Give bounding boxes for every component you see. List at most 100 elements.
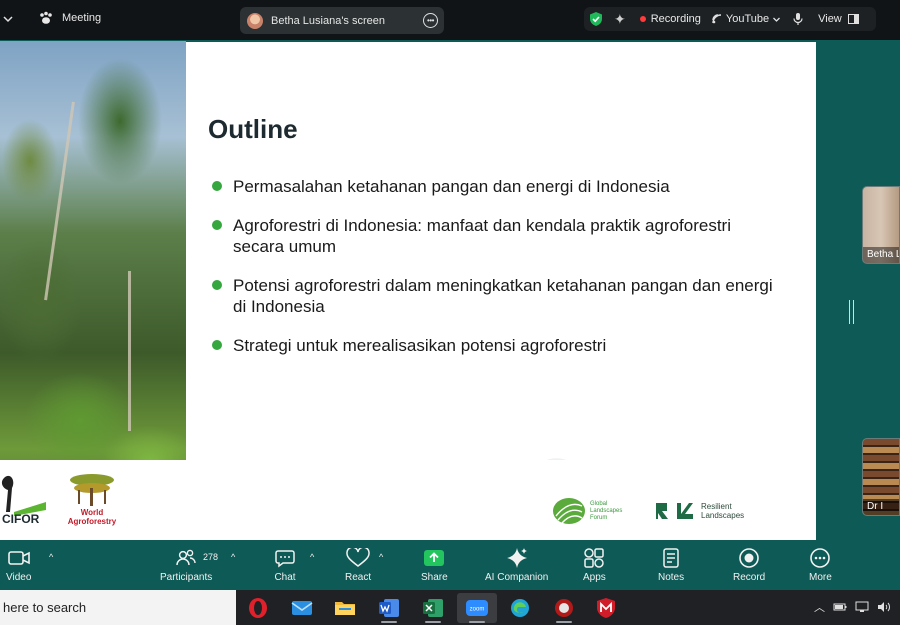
react-button[interactable]: React: [345, 546, 371, 583]
taskbar-search-input[interactable]: here to search: [0, 590, 236, 625]
view-label: View: [818, 13, 842, 25]
word-icon[interactable]: [369, 593, 409, 623]
ai-companion-button[interactable]: AI Companion: [485, 546, 548, 583]
record-button[interactable]: Record: [733, 546, 765, 583]
glf-logo-text: Global Landscapes Forum: [590, 501, 622, 522]
glf-line2: Landscapes: [590, 507, 623, 514]
apps-button[interactable]: Apps: [583, 546, 606, 583]
chevron-up-icon[interactable]: ^: [49, 552, 53, 562]
world-agroforestry-logo-icon: [70, 474, 114, 506]
mcafee-icon[interactable]: [586, 593, 626, 623]
paw-icon: [40, 11, 52, 24]
sparkle-icon: [506, 546, 528, 570]
chevron-down-icon: [773, 17, 781, 22]
heart-icon: [346, 546, 370, 570]
outline-item: Agroforestri di Indonesia: manfaat dan k…: [212, 215, 782, 257]
outline-item-text: Potensi agroforestri dalam meningkatkan …: [233, 276, 773, 316]
notes-button[interactable]: Notes: [658, 546, 684, 583]
wa-line1: World: [80, 508, 104, 517]
glf-leaf-icon: [553, 498, 585, 524]
battery-icon[interactable]: [833, 602, 847, 612]
zoom-app-icon[interactable]: zoom: [457, 593, 497, 623]
outline-item: Permasalahan ketahanan pangan dan energi…: [212, 176, 782, 197]
running-indicator: [425, 621, 441, 623]
system-tray: ︿: [814, 599, 891, 615]
tree-trunk: [128, 271, 131, 431]
participant-count-badge: 278: [203, 552, 219, 562]
view-button[interactable]: View: [818, 13, 859, 25]
outline-item-text: Strategi untuk merealisasikan potensi ag…: [233, 336, 607, 355]
rl-logo-text: Resilient Landscapes: [701, 502, 744, 520]
network-icon[interactable]: [855, 601, 869, 613]
notes-icon: [661, 546, 681, 570]
chevron-up-icon[interactable]: ^: [379, 552, 383, 562]
bullet-icon: [212, 220, 222, 230]
participant-name-label: Dr I: [863, 499, 899, 515]
video-label: Video: [6, 572, 32, 583]
bullet-icon: [212, 340, 222, 350]
edge-browser-icon[interactable]: [500, 593, 540, 623]
more-label: More: [809, 572, 832, 583]
apps-label: Apps: [583, 572, 606, 583]
slide-footer: CIFOR World Agroforestry Global Landscap…: [0, 460, 816, 540]
more-options-icon[interactable]: •••: [423, 13, 438, 28]
participant-name-label: Betha L: [863, 247, 899, 263]
video-button[interactable]: Video: [6, 546, 31, 583]
grid-view-icon: [847, 14, 859, 24]
outline-list: Permasalahan ketahanan pangan dan energi…: [212, 176, 782, 374]
rl-monogram-icon: [656, 503, 693, 519]
share-screen-icon: [422, 546, 446, 570]
chevron-up-icon[interactable]: ^: [231, 552, 235, 562]
file-explorer-icon[interactable]: [325, 593, 365, 623]
recording-label[interactable]: Recording: [651, 13, 701, 25]
record-label: Record: [733, 572, 766, 583]
broadcast-icon: [712, 14, 721, 24]
react-label: React: [345, 572, 372, 583]
rl-line2: Landscapes: [701, 511, 745, 520]
more-horizontal-icon: [809, 546, 831, 570]
chat-button[interactable]: Chat: [274, 546, 296, 583]
mail-icon[interactable]: [282, 593, 322, 623]
share-button[interactable]: Share: [421, 546, 448, 583]
meeting-info-button[interactable]: Meeting: [38, 11, 101, 25]
chevron-up-icon[interactable]: ^: [310, 552, 314, 562]
livestream-youtube-button[interactable]: YouTube: [711, 13, 781, 25]
opera-browser-icon[interactable]: [238, 593, 278, 623]
glf-line1: Global: [590, 500, 608, 507]
slide-title: Outline: [208, 114, 298, 144]
zoom-icon-text: zoom: [470, 607, 485, 613]
chevron-up-icon[interactable]: ︿: [814, 599, 825, 615]
chat-label: Chat: [274, 572, 296, 583]
panel-resize-handle[interactable]: [849, 300, 854, 324]
meeting-top-bar: Meeting Betha Lusiana's screen ••• ✦ Rec…: [0, 0, 900, 40]
outline-item: Potensi agroforestri dalam meningkatkan …: [212, 275, 782, 317]
meeting-status-group: ✦ Recording YouTube View: [584, 7, 876, 31]
rl-line1: Resilient: [701, 502, 732, 511]
cifor-logo-text: CIFOR: [2, 512, 40, 526]
running-indicator: [556, 621, 572, 623]
app-64-icon[interactable]: [544, 593, 584, 623]
shield-check-icon[interactable]: [588, 11, 604, 27]
video-camera-icon: [7, 546, 31, 570]
excel-icon[interactable]: [413, 593, 453, 623]
sparkle-icon[interactable]: ✦: [614, 11, 626, 28]
record-icon: [738, 546, 760, 570]
youtube-label: YouTube: [725, 13, 770, 25]
microphone-icon[interactable]: [793, 12, 803, 26]
global-landscapes-forum-logo: Global Landscapes Forum: [552, 496, 622, 526]
speaker-icon[interactable]: [877, 601, 891, 613]
screen-share-indicator[interactable]: Betha Lusiana's screen •••: [240, 7, 444, 34]
meeting-controls-toolbar: Video ^ Participants 278 ^ Chat ^ React …: [0, 540, 900, 590]
wa-line2: Agroforestry: [67, 517, 117, 526]
participant-video-thumbnail[interactable]: Betha L: [862, 186, 900, 264]
outline-item: Strategi untuk merealisasikan potensi ag…: [212, 335, 782, 356]
screen-share-stage: Outline Permasalahan ketahanan pangan da…: [0, 40, 900, 540]
chevron-down-icon[interactable]: [2, 12, 14, 26]
screen-share-label: Betha Lusiana's screen: [271, 14, 386, 27]
resilient-landscapes-logo: Resilient Landscapes: [655, 502, 744, 520]
participants-label: Participants: [160, 572, 213, 583]
forest-background-photo: [0, 41, 186, 521]
outline-item-text: Agroforestri di Indonesia: manfaat dan k…: [233, 216, 731, 256]
more-button[interactable]: More: [809, 546, 832, 583]
participant-video-thumbnail[interactable]: Dr I: [862, 438, 900, 516]
